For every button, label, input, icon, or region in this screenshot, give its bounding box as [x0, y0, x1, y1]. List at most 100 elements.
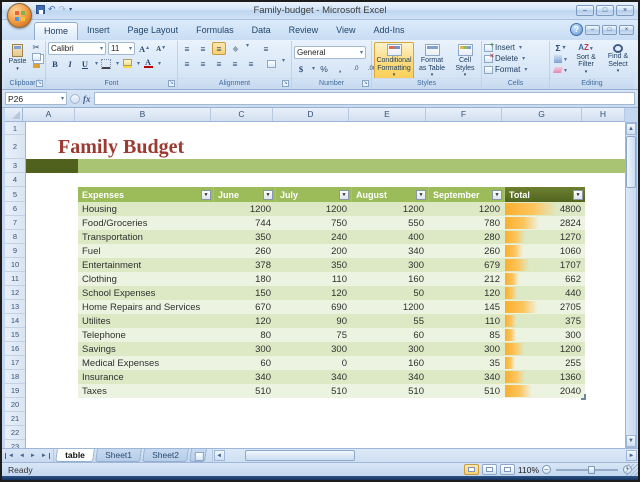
expense-cell[interactable]: Entertainment [78, 258, 214, 272]
align-top-icon[interactable]: ≡ [180, 42, 194, 55]
normal-view-button[interactable] [464, 464, 479, 475]
value-cell[interactable]: 280 [429, 230, 505, 244]
horizontal-scroll-thumb[interactable] [245, 450, 355, 461]
value-cell[interactable]: 300 [352, 342, 429, 356]
merge-center-icon[interactable] [264, 57, 278, 70]
shrink-font-button[interactable]: A▼ [154, 42, 168, 55]
column-header-D[interactable]: D [273, 108, 349, 121]
borders-button[interactable] [99, 57, 113, 70]
value-cell[interactable]: 120 [214, 314, 276, 328]
value-cell[interactable]: 400 [352, 230, 429, 244]
row-header-20[interactable]: 20 [5, 398, 25, 412]
copy-icon[interactable] [32, 53, 41, 61]
value-cell[interactable]: 690 [276, 300, 352, 314]
total-cell[interactable]: 2824 [505, 216, 585, 230]
dark-green-cell-a3[interactable] [26, 159, 78, 173]
prev-sheet-icon[interactable]: ◄ [17, 453, 27, 459]
fill-button[interactable]: ▾ [552, 54, 569, 64]
column-header-H[interactable]: H [582, 108, 625, 121]
zoom-slider-thumb[interactable] [588, 466, 595, 474]
column-header-G[interactable]: G [502, 108, 582, 121]
column-header-A[interactable]: A [23, 108, 75, 121]
horizontal-scrollbar[interactable]: ◄ ► [212, 449, 638, 462]
total-cell[interactable]: 255 [505, 356, 585, 370]
value-cell[interactable]: 510 [352, 384, 429, 398]
value-cell[interactable]: 510 [214, 384, 276, 398]
vertical-scroll-thumb[interactable] [626, 136, 636, 188]
autosum-button[interactable]: Σ▾ [552, 42, 569, 53]
column-header-C[interactable]: C [211, 108, 273, 121]
total-cell[interactable]: 1707 [505, 258, 585, 272]
table-header-june[interactable]: June▾ [214, 187, 276, 202]
value-cell[interactable]: 145 [429, 300, 505, 314]
align-right-icon[interactable]: ≡ [212, 57, 226, 70]
total-cell[interactable]: 2705 [505, 300, 585, 314]
page-break-view-button[interactable] [500, 464, 515, 475]
font-color-dropdown-icon[interactable]: ▾ [158, 60, 161, 67]
font-color-button[interactable]: A [141, 57, 155, 70]
expense-cell[interactable]: Home Repairs and Services [78, 300, 214, 314]
ribbon-tab-page-layout[interactable]: Page Layout [119, 22, 188, 40]
value-cell[interactable]: 260 [214, 244, 276, 258]
minimize-button[interactable]: – [576, 5, 594, 16]
conditional-formatting-button[interactable]: Conditional Formatting ▾ [374, 42, 414, 82]
row-header-9[interactable]: 9 [5, 244, 25, 258]
grow-font-button[interactable]: A▲ [137, 42, 152, 55]
row-header-18[interactable]: 18 [5, 370, 25, 384]
row-header-2[interactable]: 2 [5, 135, 25, 159]
total-cell[interactable]: 440 [505, 286, 585, 300]
ribbon-tab-insert[interactable]: Insert [78, 22, 119, 40]
currency-button[interactable]: $ [294, 62, 308, 75]
scroll-left-icon[interactable]: ◄ [214, 450, 225, 461]
value-cell[interactable]: 80 [214, 328, 276, 342]
row-header-1[interactable]: 1 [5, 122, 25, 135]
value-cell[interactable]: 340 [352, 370, 429, 384]
font-launcher-icon[interactable]: ↘ [168, 80, 175, 87]
align-bottom-icon[interactable]: ≡ [212, 42, 226, 55]
next-sheet-icon[interactable]: ► [28, 453, 38, 459]
value-cell[interactable]: 160 [352, 356, 429, 370]
page-layout-view-button[interactable] [482, 464, 497, 475]
decrease-indent-icon[interactable]: ≡ [228, 57, 242, 70]
insert-function-button[interactable] [70, 94, 80, 104]
insert-worksheet-tab[interactable] [189, 449, 207, 462]
total-cell[interactable]: 4800 [505, 202, 585, 216]
borders-dropdown-icon[interactable]: ▾ [116, 60, 119, 67]
value-cell[interactable]: 750 [276, 216, 352, 230]
ribbon-tab-review[interactable]: Review [280, 22, 328, 40]
merge-dropdown-icon[interactable]: ▾ [282, 57, 285, 70]
column-header-E[interactable]: E [349, 108, 426, 121]
row-header-15[interactable]: 15 [5, 328, 25, 342]
row-header-14[interactable]: 14 [5, 314, 25, 328]
value-cell[interactable]: 120 [276, 286, 352, 300]
find-select-button[interactable]: Find & Select ▾ [603, 42, 633, 78]
value-cell[interactable]: 340 [214, 370, 276, 384]
cell-styles-button[interactable]: Cell Styles ▾ [450, 42, 480, 82]
scroll-down-icon[interactable]: ▼ [626, 435, 636, 447]
table-header-total[interactable]: Total▾ [505, 187, 585, 202]
value-cell[interactable]: 340 [352, 244, 429, 258]
help-icon[interactable]: ? [570, 23, 583, 36]
clipboard-launcher-icon[interactable]: ↘ [36, 80, 43, 87]
ribbon-tab-formulas[interactable]: Formulas [187, 22, 243, 40]
total-cell[interactable]: 662 [505, 272, 585, 286]
font-size-select[interactable]: 11▾ [108, 42, 135, 55]
clear-button[interactable]: ▾ [552, 65, 569, 75]
row-header-23[interactable]: 23 [5, 440, 25, 448]
value-cell[interactable]: 510 [429, 384, 505, 398]
office-button[interactable] [7, 3, 32, 28]
sheet-title-cell[interactable]: Family Budget [58, 136, 184, 159]
expense-cell[interactable]: Food/Groceries [78, 216, 214, 230]
filter-dropdown-icon[interactable]: ▾ [263, 190, 273, 200]
value-cell[interactable]: 679 [429, 258, 505, 272]
last-sheet-icon[interactable]: ► [39, 453, 50, 459]
sheet-tab-table[interactable]: table [55, 449, 95, 462]
value-cell[interactable]: 260 [429, 244, 505, 258]
currency-dropdown-icon[interactable]: ▾ [312, 65, 315, 72]
value-cell[interactable]: 1200 [276, 202, 352, 216]
insert-cells-button[interactable]: +Insert▾ [484, 42, 548, 53]
alignment-launcher-icon[interactable]: ↘ [282, 80, 289, 87]
total-cell[interactable]: 1200 [505, 342, 585, 356]
bold-button[interactable]: B [48, 57, 62, 70]
table-header-september[interactable]: September▾ [429, 187, 505, 202]
